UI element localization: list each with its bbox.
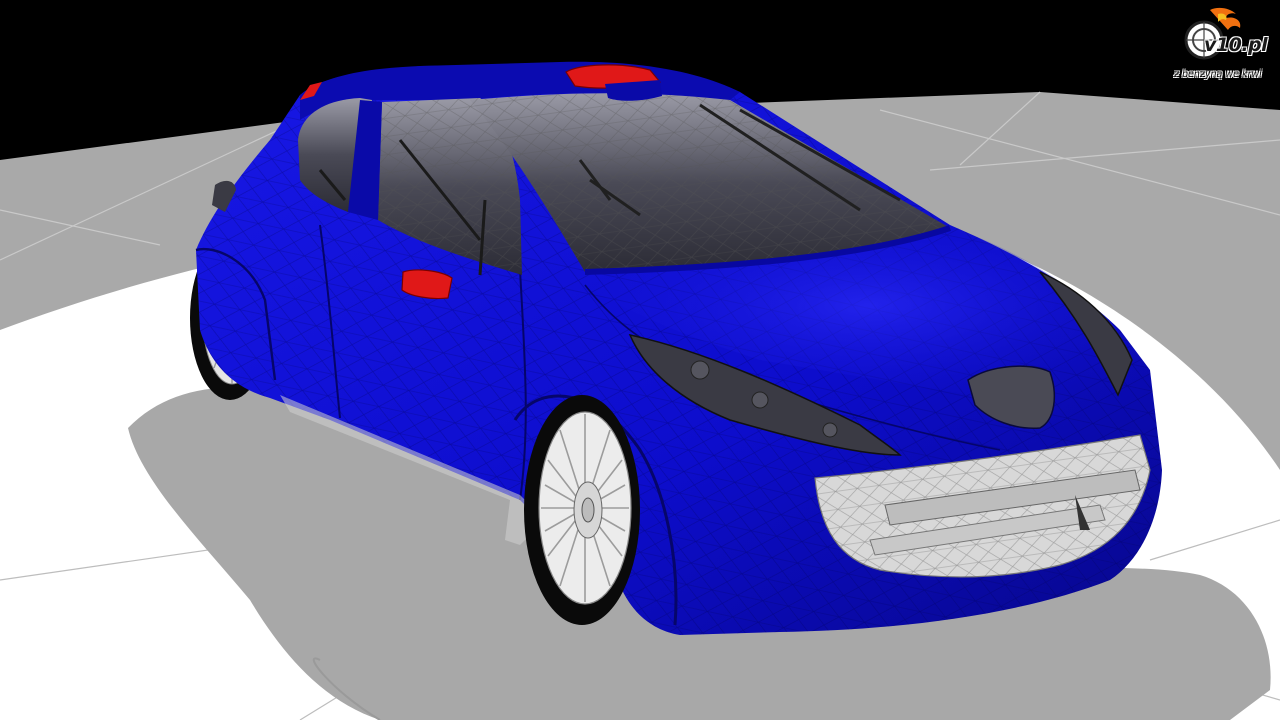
- car-render: [0, 0, 1280, 720]
- watermark-logo: v10.pl z benzyną we krwi: [1170, 6, 1276, 86]
- watermark-tagline: z benzyną we krwi: [1174, 69, 1262, 80]
- render-viewport: v10.pl z benzyną we krwi: [0, 0, 1280, 720]
- front-wheel: [524, 395, 640, 625]
- watermark-brand: v10.pl: [1204, 34, 1268, 56]
